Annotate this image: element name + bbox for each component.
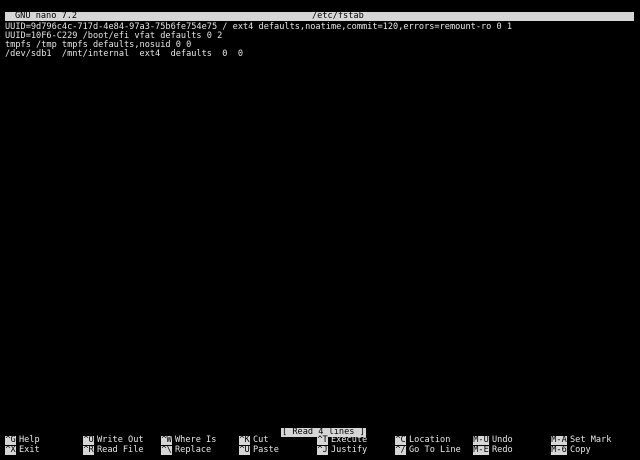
shortcut-key: M-U xyxy=(473,435,489,445)
shortcut-label: Justify xyxy=(331,445,368,455)
shortcut-label: Write Out xyxy=(97,435,144,445)
shortcut-copy[interactable]: M-6 Copy xyxy=(551,446,591,455)
shortcut-read-file[interactable]: ^R Read File xyxy=(83,446,144,455)
title-bar: GNU nano 7.2 /etc/fstab xyxy=(5,12,634,21)
shortcut-key: ^T xyxy=(317,435,328,445)
shortcut-label: Paste xyxy=(253,445,279,455)
shortcut-key: ^O xyxy=(83,435,94,445)
editor-area[interactable]: UUID=9d796c4c-717d-4e84-97a3-75b6fe754e7… xyxy=(5,23,634,423)
shortcut-location[interactable]: ^C Location xyxy=(395,436,450,445)
shortcut-cut[interactable]: ^K Cut xyxy=(239,436,269,445)
shortcut-where-is[interactable]: ^W Where Is xyxy=(161,436,216,445)
shortcut-set-mark[interactable]: M-A Set Mark xyxy=(551,436,611,445)
shortcut-key: ^/ xyxy=(395,445,406,455)
shortcut-label: Location xyxy=(409,435,451,445)
shortcut-redo[interactable]: M-E Redo xyxy=(473,446,513,455)
shortcut-key: M-6 xyxy=(551,445,567,455)
shortcut-label: Cut xyxy=(253,435,269,445)
shortcut-label: Undo xyxy=(492,435,513,445)
shortcut-key: ^\ xyxy=(161,445,172,455)
shortcut-label: Go To Line xyxy=(409,445,461,455)
shortcut-help[interactable]: ^G Help xyxy=(5,436,40,445)
shortcut-label: Read File xyxy=(97,445,144,455)
shortcut-label: Copy xyxy=(570,445,591,455)
shortcut-key: M-A xyxy=(551,435,567,445)
shortcut-key: ^K xyxy=(239,435,250,445)
shortcut-key: ^G xyxy=(5,435,16,445)
shortcut-label: Where Is xyxy=(175,435,217,445)
shortcut-paste[interactable]: ^U Paste xyxy=(239,446,279,455)
shortcut-label: Replace xyxy=(175,445,212,455)
shortcut-label: Set Mark xyxy=(570,435,612,445)
shortcut-key: ^R xyxy=(83,445,94,455)
app-name: GNU nano 7.2 xyxy=(15,11,78,21)
shortcut-undo[interactable]: M-U Undo xyxy=(473,436,513,445)
shortcut-label: Redo xyxy=(492,445,513,455)
shortcut-go-to-line[interactable]: ^/Go To Line xyxy=(395,446,461,455)
file-name: /etc/fstab xyxy=(312,11,364,21)
shortcut-key: ^U xyxy=(239,445,250,455)
shortcut-key: ^J xyxy=(317,445,328,455)
shortcut-execute[interactable]: ^T Execute xyxy=(317,436,367,445)
shortcut-replace[interactable]: ^\ Replace xyxy=(161,446,211,455)
shortcut-write-out[interactable]: ^O Write Out xyxy=(83,436,144,445)
shortcut-key: ^W xyxy=(161,435,172,445)
shortcut-key: ^C xyxy=(395,435,406,445)
shortcut-label: Exit xyxy=(19,445,40,455)
shortcut-label: Help xyxy=(19,435,40,445)
shortcut-label: Execute xyxy=(331,435,368,445)
shortcut-exit[interactable]: ^X Exit xyxy=(5,446,40,455)
shortcut-bar: ^G Help ^O Write Out ^W Where Is ^K Cut ^T Ex… xyxy=(5,436,634,456)
shortcut-justify[interactable]: ^J Justify xyxy=(317,446,367,455)
editor-line[interactable]: /dev/sdb1 /mnt/internal ext4 defaults 0 … xyxy=(5,50,243,59)
shortcut-key: ^X xyxy=(5,445,16,455)
shortcut-key: M-E xyxy=(473,445,489,455)
